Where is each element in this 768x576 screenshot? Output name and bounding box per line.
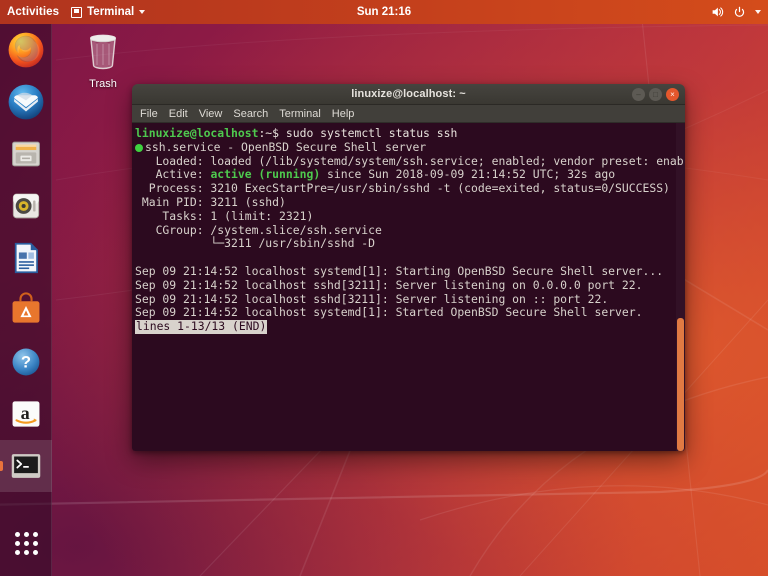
show-applications-button[interactable] bbox=[0, 520, 52, 566]
window-title-bar[interactable]: linuxize@localhost: ~ – □ × bbox=[132, 84, 685, 105]
close-button[interactable]: × bbox=[666, 88, 679, 101]
pager-status-text: lines 1-13/13 (END) bbox=[135, 320, 267, 334]
terminal-app-icon bbox=[7, 447, 45, 485]
firefox-icon bbox=[7, 31, 45, 69]
log-line-1: Sep 09 21:14:52 localhost systemd[1]: St… bbox=[135, 265, 685, 279]
tasks-line: Tasks: 1 (limit: 2321) bbox=[135, 210, 685, 224]
cgroup-child-line: └─3211 /usr/sbin/sshd -D bbox=[135, 237, 685, 251]
dock-item-ubuntu-software[interactable] bbox=[0, 284, 52, 336]
ubuntu-software-icon bbox=[7, 291, 45, 329]
shell-prompt-path: :~$ bbox=[258, 126, 279, 140]
dock-item-thunderbird[interactable] bbox=[0, 76, 52, 128]
thunderbird-icon bbox=[7, 83, 45, 121]
log-line-2: Sep 09 21:14:52 localhost sshd[3211]: Se… bbox=[135, 279, 685, 293]
desktop-icon-trash[interactable]: Trash bbox=[74, 30, 132, 90]
blank-line bbox=[135, 251, 685, 265]
dock-item-help[interactable]: ? bbox=[0, 336, 52, 388]
active-state: active (running) bbox=[210, 167, 320, 181]
svg-text:a: a bbox=[21, 403, 30, 423]
volume-icon bbox=[710, 5, 724, 19]
process-line: Process: 3210 ExecStartPre=/usr/sbin/ssh… bbox=[135, 182, 685, 196]
active-label: Active: bbox=[156, 167, 204, 181]
active-rest: since Sun 2018-09-09 21:14:52 UTC; 32s a… bbox=[320, 167, 615, 181]
menu-bar: File Edit View Search Terminal Help bbox=[132, 105, 685, 123]
svg-text:?: ? bbox=[21, 353, 31, 372]
pager-status-line: lines 1-13/13 (END) bbox=[135, 320, 685, 334]
system-status-area[interactable] bbox=[710, 0, 761, 24]
dock-item-firefox[interactable] bbox=[0, 24, 52, 76]
dock: ? a bbox=[0, 24, 52, 576]
shell-prompt-user: linuxize@localhost bbox=[135, 126, 258, 140]
dock-item-files[interactable] bbox=[0, 128, 52, 180]
amazon-icon: a bbox=[7, 395, 45, 433]
service-status-dot-icon bbox=[135, 144, 143, 152]
menu-item-help[interactable]: Help bbox=[332, 108, 355, 120]
menu-item-file[interactable]: File bbox=[140, 108, 158, 120]
apps-grid-icon bbox=[15, 532, 38, 555]
service-header-text: ssh.service - OpenBSD Secure Shell serve… bbox=[145, 140, 426, 154]
clock[interactable]: Sun 21:16 bbox=[0, 6, 768, 18]
libreoffice-writer-icon bbox=[7, 239, 45, 277]
window-controls: – □ × bbox=[632, 84, 679, 105]
terminal-scrollbar[interactable] bbox=[676, 123, 685, 451]
minimize-button[interactable]: – bbox=[632, 88, 645, 101]
dock-item-terminal[interactable] bbox=[0, 440, 52, 492]
trash-label: Trash bbox=[74, 78, 132, 90]
dock-item-rhythmbox[interactable] bbox=[0, 180, 52, 232]
terminal-window: linuxize@localhost: ~ – □ × File Edit Vi… bbox=[132, 84, 685, 451]
power-icon bbox=[733, 6, 746, 19]
dock-item-libreoffice-writer[interactable] bbox=[0, 232, 52, 284]
desktop: Activities Terminal Sun 21:16 bbox=[0, 0, 768, 576]
terminal-scrollbar-thumb[interactable] bbox=[677, 318, 684, 451]
maximize-button[interactable]: □ bbox=[649, 88, 662, 101]
window-title: linuxize@localhost: ~ bbox=[351, 88, 466, 100]
shell-command: sudo systemctl status ssh bbox=[286, 126, 457, 140]
active-line: Active: active (running) since Sun 2018-… bbox=[135, 168, 685, 182]
files-icon bbox=[7, 135, 45, 173]
help-icon: ? bbox=[7, 343, 45, 381]
log-line-3: Sep 09 21:14:52 localhost sshd[3211]: Se… bbox=[135, 293, 685, 307]
menu-item-edit[interactable]: Edit bbox=[169, 108, 188, 120]
main-pid-line: Main PID: 3211 (sshd) bbox=[135, 196, 685, 210]
menu-item-terminal[interactable]: Terminal bbox=[279, 108, 321, 120]
menu-item-view[interactable]: View bbox=[199, 108, 223, 120]
top-panel: Activities Terminal Sun 21:16 bbox=[0, 0, 768, 24]
terminal-prompt-line: linuxize@localhost:~$ sudo systemctl sta… bbox=[135, 127, 685, 141]
trash-icon bbox=[83, 30, 123, 74]
log-line-4: Sep 09 21:14:52 localhost systemd[1]: St… bbox=[135, 306, 685, 320]
chevron-down-icon-status bbox=[755, 10, 761, 14]
service-header-line: ssh.service - OpenBSD Secure Shell serve… bbox=[135, 141, 685, 155]
cgroup-line: CGroup: /system.slice/ssh.service bbox=[135, 224, 685, 238]
rhythmbox-icon bbox=[7, 187, 45, 225]
loaded-line: Loaded: loaded (/lib/systemd/system/ssh.… bbox=[135, 155, 685, 169]
menu-item-search[interactable]: Search bbox=[233, 108, 268, 120]
terminal-output-area[interactable]: linuxize@localhost:~$ sudo systemctl sta… bbox=[132, 123, 685, 451]
dock-item-amazon[interactable]: a bbox=[0, 388, 52, 440]
